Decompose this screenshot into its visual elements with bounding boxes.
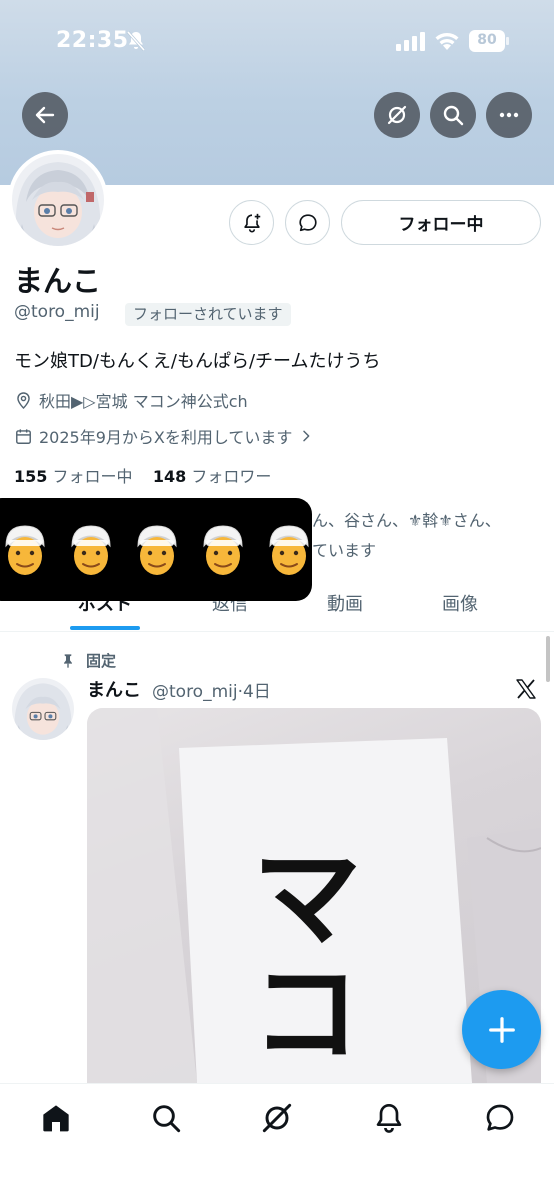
- turban-emoji-icon: [71, 525, 111, 575]
- following-link[interactable]: 155 フォロー中: [14, 467, 133, 486]
- follows-you-badge: フォローされています: [125, 303, 291, 326]
- emoji-reaction-overlay: [0, 498, 312, 601]
- compose-button[interactable]: [462, 990, 541, 1069]
- avatar-illustration: [12, 678, 74, 740]
- followers-label: フォロワー: [191, 467, 272, 486]
- home-icon[interactable]: [40, 1102, 72, 1134]
- more-options-button[interactable]: [486, 92, 532, 138]
- x-logo-icon[interactable]: [514, 677, 538, 701]
- cellular-signal-icon: [396, 32, 425, 51]
- calendar-icon: [16, 428, 31, 444]
- battery-indicator: 80: [469, 30, 509, 52]
- grok-icon: [387, 105, 407, 125]
- joined-text: 2025年9月からXを利用しています: [39, 428, 293, 447]
- back-button[interactable]: [22, 92, 68, 138]
- bell-plus-icon: [243, 213, 260, 233]
- post-meta: @toro_mij·4日: [152, 682, 271, 702]
- more-icon: [499, 112, 519, 118]
- post-image-text: マコン: [232, 838, 362, 1083]
- message-icon: [298, 213, 317, 231]
- following-button[interactable]: フォロー中: [341, 200, 541, 245]
- arrow-left-icon: [35, 106, 55, 124]
- joined-row[interactable]: 2025年9月からXを利用しています: [14, 424, 320, 448]
- display-name: まんこ: [14, 264, 102, 298]
- turban-emoji-icon: [269, 525, 309, 575]
- post-author-name[interactable]: まんこ: [87, 676, 141, 702]
- notifications-icon[interactable]: [373, 1102, 405, 1134]
- user-handle: @toro_mij: [14, 302, 100, 322]
- profile-bio: モン娘TD/もんくえ/もんぱら/チームたけうち: [14, 351, 381, 372]
- location-row: 秋田▶▷宮城 マコン神公式ch: [14, 388, 248, 412]
- notify-button[interactable]: [229, 200, 274, 245]
- turban-emoji-icon: [137, 525, 177, 575]
- turban-emoji-icon: [203, 525, 243, 575]
- status-bar: 22:35 80: [0, 0, 554, 84]
- avatar-illustration: [12, 154, 104, 246]
- scrollbar[interactable]: [546, 636, 550, 682]
- location-pin-icon: [17, 391, 30, 409]
- followers-count: 148: [152, 467, 187, 486]
- post-author-avatar[interactable]: [12, 678, 74, 740]
- wifi-icon: [435, 33, 459, 50]
- turban-emoji-icon: [5, 525, 45, 575]
- pin-icon: [64, 653, 72, 668]
- following-count: 155: [14, 467, 48, 486]
- search-icon: [443, 105, 464, 126]
- followers-link[interactable]: 148 フォロワー: [153, 467, 272, 486]
- location-text: 秋田▶▷宮城 マコン神公式ch: [39, 392, 248, 411]
- followed-by-line-2: ています: [312, 541, 377, 560]
- tab-images[interactable]: 画像: [400, 590, 520, 616]
- profile-avatar[interactable]: [8, 150, 108, 250]
- followed-by-text[interactable]: ん、谷さん、⚜斡⚜さん、 ています: [312, 506, 552, 566]
- bottom-navigation: [0, 1083, 554, 1200]
- grok-button[interactable]: [374, 92, 420, 138]
- chevron-right-icon: [303, 430, 310, 442]
- pinned-indicator: 固定: [60, 650, 116, 671]
- plus-icon: [488, 1016, 515, 1043]
- message-button[interactable]: [285, 200, 330, 245]
- messages-icon[interactable]: [484, 1102, 516, 1134]
- grok-nav-icon[interactable]: [261, 1102, 293, 1134]
- pinned-label: 固定: [86, 652, 117, 670]
- bell-muted-icon: [126, 31, 146, 51]
- followed-by-line-1: ん、谷さん、⚜斡⚜さん、: [312, 511, 501, 530]
- status-time: 22:35: [56, 28, 129, 53]
- active-tab-indicator: [70, 626, 140, 630]
- follow-counts: 155 フォロー中 148 フォロワー: [14, 463, 271, 487]
- following-label: フォロー中: [52, 467, 133, 486]
- search-button[interactable]: [430, 92, 476, 138]
- explore-search-icon[interactable]: [150, 1102, 182, 1134]
